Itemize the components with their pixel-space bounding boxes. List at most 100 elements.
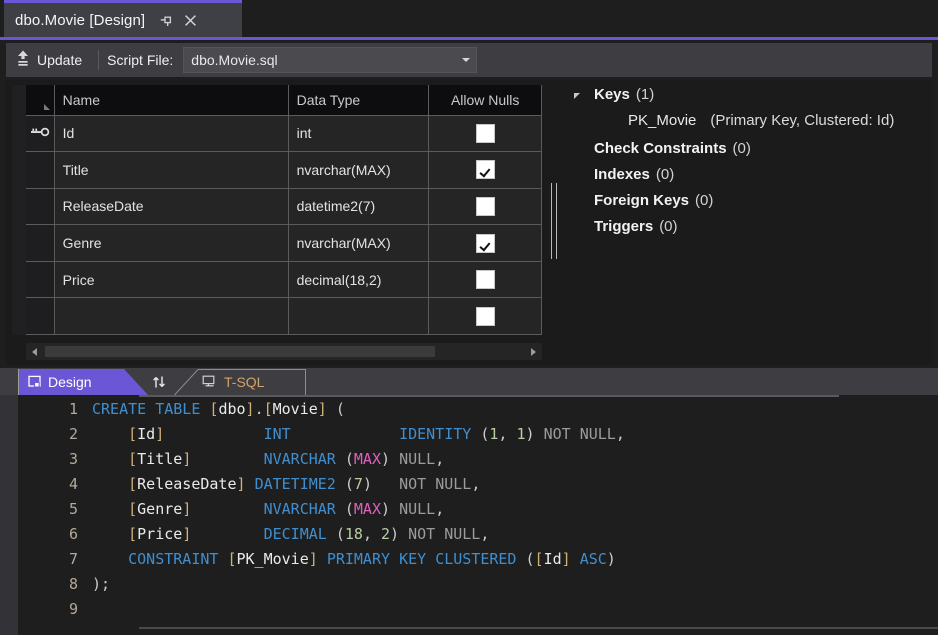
- pin-icon[interactable]: [155, 10, 177, 32]
- cell-column-name[interactable]: Price: [54, 261, 288, 298]
- code-line: 5 [Genre] NVARCHAR (MAX) NULL,: [18, 497, 938, 522]
- cell-column-name[interactable]: [54, 298, 288, 335]
- triangle-collapse-icon[interactable]: [574, 93, 580, 99]
- cell-column-name[interactable]: ReleaseDate: [54, 188, 288, 225]
- tsql-code-editor[interactable]: 1CREATE TABLE [dbo].[Movie] (2 [Id] INT …: [0, 395, 938, 635]
- allow-nulls-checkbox[interactable]: [476, 234, 495, 253]
- line-number: 9: [18, 597, 92, 622]
- editor-bottom-rule: [139, 627, 938, 629]
- code-line-text[interactable]: [Title] NVARCHAR (MAX) NULL,: [92, 447, 444, 472]
- grid-column-header-name[interactable]: Name: [54, 85, 288, 115]
- primary-key-icon[interactable]: [26, 115, 54, 152]
- code-line-text[interactable]: CREATE TABLE [dbo].[Movie] (: [92, 397, 345, 422]
- designer-view-tabs: Design T-SQL: [0, 368, 938, 395]
- allow-nulls-checkbox[interactable]: [476, 160, 495, 179]
- cell-data-type[interactable]: int: [288, 115, 429, 152]
- cell-column-name[interactable]: Title: [54, 152, 288, 189]
- table-designer-pane: Name Data Type Allow Nulls IdintTitlenva…: [6, 80, 932, 365]
- script-file-dropdown[interactable]: dbo.Movie.sql: [183, 47, 477, 73]
- allow-nulls-checkbox[interactable]: [476, 307, 495, 326]
- columns-grid[interactable]: Name Data Type Allow Nulls IdintTitlenva…: [12, 85, 542, 335]
- code-line-text[interactable]: [Price] DECIMAL (18, 2) NOT NULL,: [92, 522, 489, 547]
- designer-toolbar: Update Script File: dbo.Movie.sql: [6, 43, 932, 77]
- cell-allow-nulls[interactable]: [429, 188, 542, 225]
- arrow-left-icon[interactable]: [26, 343, 43, 360]
- line-number: 2: [18, 422, 92, 447]
- cell-allow-nulls[interactable]: [429, 225, 542, 262]
- swap-arrows-icon[interactable]: [146, 371, 172, 392]
- tree-node-label: Triggers: [594, 218, 653, 235]
- document-tab-strip: dbo.Movie [Design]: [0, 0, 938, 40]
- close-icon[interactable]: [179, 10, 201, 32]
- tree-node-check-constraints[interactable]: Check Constraints(0): [568, 140, 938, 166]
- document-tab-dbo-movie-design[interactable]: dbo.Movie [Design]: [4, 0, 242, 38]
- grid-left-gutter: [12, 85, 26, 335]
- tree-node-triggers[interactable]: Triggers (0): [568, 218, 938, 244]
- table-row[interactable]: Idint: [26, 115, 542, 152]
- upload-arrow-icon: [15, 49, 31, 72]
- table-row[interactable]: ReleaseDatedatetime2(7): [26, 188, 542, 225]
- code-line: 8);: [18, 572, 938, 597]
- table-row[interactable]: Pricedecimal(18,2): [26, 261, 542, 298]
- tree-node-count: (1): [636, 86, 654, 103]
- code-line-text[interactable]: CONSTRAINT [PK_Movie] PRIMARY KEY CLUSTE…: [92, 547, 616, 572]
- code-line-text[interactable]: [Id] INT IDENTITY (1, 1) NOT NULL,: [92, 422, 625, 447]
- arrow-right-icon[interactable]: [525, 343, 542, 360]
- code-line: 4 [ReleaseDate] DATETIME2 (7) NOT NULL,: [18, 472, 938, 497]
- sql-script-icon: [202, 374, 217, 389]
- tree-node-label: Indexes: [594, 166, 650, 183]
- grid-column-header-data-type[interactable]: Data Type: [288, 85, 429, 115]
- code-line: 9: [18, 597, 938, 622]
- grid-corner-triangle-icon: [44, 104, 50, 110]
- tree-node-indexes[interactable]: Indexes(0): [568, 166, 938, 192]
- row-selector[interactable]: [26, 188, 54, 225]
- cell-column-name[interactable]: Genre: [54, 225, 288, 262]
- line-number: 4: [18, 472, 92, 497]
- allow-nulls-checkbox[interactable]: [476, 270, 495, 289]
- code-line-text[interactable]: [Genre] NVARCHAR (MAX) NULL,: [92, 497, 444, 522]
- line-number: 6: [18, 522, 92, 547]
- line-number: 5: [18, 497, 92, 522]
- table-row[interactable]: [26, 298, 542, 335]
- chevron-down-icon[interactable]: [456, 48, 476, 72]
- cell-allow-nulls[interactable]: [429, 152, 542, 189]
- cell-allow-nulls[interactable]: [429, 298, 542, 335]
- table-row[interactable]: Genrenvarchar(MAX): [26, 225, 542, 262]
- row-selector[interactable]: [26, 152, 54, 189]
- code-line-text[interactable]: );: [92, 572, 110, 597]
- code-line: 3 [Title] NVARCHAR (MAX) NULL,: [18, 447, 938, 472]
- designer-splitter-handle[interactable]: [547, 86, 561, 356]
- tab-design-label: Design: [48, 374, 92, 390]
- tree-child-pk_movie[interactable]: PK_Movie(Primary Key, Clustered: Id): [568, 112, 938, 140]
- cell-allow-nulls[interactable]: [429, 261, 542, 298]
- design-surface-icon: [28, 375, 42, 389]
- grid-select-all-header[interactable]: [26, 85, 54, 115]
- code-line: 7 CONSTRAINT [PK_Movie] PRIMARY KEY CLUS…: [18, 547, 938, 572]
- cell-allow-nulls[interactable]: [429, 115, 542, 152]
- cell-data-type[interactable]: decimal(18,2): [288, 261, 429, 298]
- allow-nulls-checkbox[interactable]: [476, 197, 495, 216]
- row-selector[interactable]: [26, 298, 54, 335]
- cell-column-name[interactable]: Id: [54, 115, 288, 152]
- editor-code-area[interactable]: 1CREATE TABLE [dbo].[Movie] (2 [Id] INT …: [18, 397, 938, 633]
- cell-data-type[interactable]: nvarchar(MAX): [288, 225, 429, 262]
- allow-nulls-checkbox[interactable]: [476, 124, 495, 143]
- table-row[interactable]: Titlenvarchar(MAX): [26, 152, 542, 189]
- update-button[interactable]: Update: [9, 46, 90, 74]
- row-selector[interactable]: [26, 225, 54, 262]
- row-selector[interactable]: [26, 261, 54, 298]
- tree-node-foreign-keys[interactable]: Foreign Keys(0): [568, 192, 938, 218]
- tree-node-count: (0): [659, 218, 677, 235]
- cell-data-type[interactable]: nvarchar(MAX): [288, 152, 429, 189]
- editor-left-strip: [0, 395, 18, 635]
- grid-column-header-allow-nulls[interactable]: Allow Nulls: [429, 85, 542, 115]
- tab-tsql-label: T-SQL: [224, 374, 264, 390]
- cell-data-type[interactable]: [288, 298, 429, 335]
- tree-child-detail: (Primary Key, Clustered: Id): [710, 112, 894, 129]
- scrollbar-thumb[interactable]: [45, 346, 435, 357]
- code-line-text[interactable]: [ReleaseDate] DATETIME2 (7) NOT NULL,: [92, 472, 480, 497]
- grid-horizontal-scrollbar[interactable]: [26, 343, 542, 360]
- tree-node-keys[interactable]: Keys(1): [568, 86, 938, 112]
- script-file-label: Script File:: [107, 52, 173, 68]
- cell-data-type[interactable]: datetime2(7): [288, 188, 429, 225]
